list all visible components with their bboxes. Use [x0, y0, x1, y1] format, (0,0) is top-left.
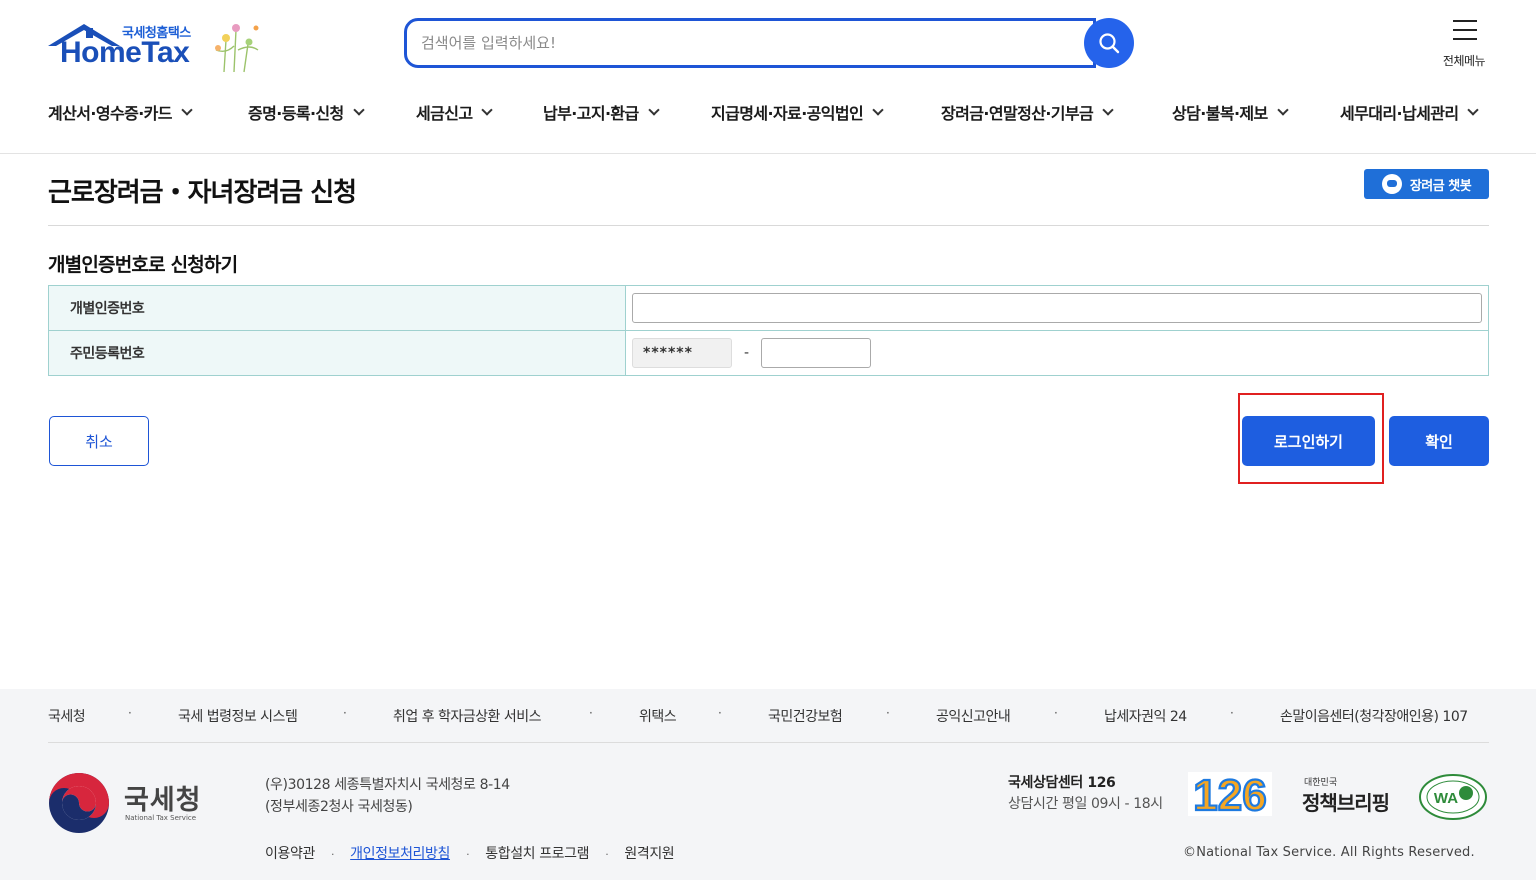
nav-item-invoice[interactable]: 계산서·영수증·카드: [48, 100, 193, 124]
chevron-down-icon: [648, 103, 660, 116]
footer-related-links: 국세청 · 국세 법령정보 시스템 · 취업 후 학자금상환 서비스 · 위택스…: [0, 706, 1536, 726]
nav-item-incentives[interactable]: 장려금·연말정산·기부금: [941, 100, 1114, 124]
footer-separator: ·: [466, 848, 470, 861]
hamburger-icon: [1453, 20, 1477, 47]
nav-item-certificate[interactable]: 증명·등록·신청: [248, 100, 365, 124]
footer-link-wetax[interactable]: 위택스: [639, 706, 677, 726]
nav-item-label: 지급명세·자료·공익법인: [711, 104, 864, 123]
auth-number-label: 개별인증번호: [48, 286, 626, 330]
rrn-back-input[interactable]: [761, 338, 872, 368]
terms-link[interactable]: 이용약관: [265, 846, 315, 862]
call-center-info: 국세상담센터 126 상담시간 평일 09시 - 18시: [1008, 773, 1163, 815]
logo-title: HomeTax: [60, 36, 190, 69]
nav-item-consulting[interactable]: 상담·불복·제보: [1172, 100, 1289, 124]
robot-icon: [1381, 174, 1402, 194]
auth-form-table: 개별인증번호 주민등록번호 ****** -: [48, 285, 1489, 376]
nav-item-label: 계산서·영수증·카드: [48, 104, 173, 123]
footer-link-whistleblow[interactable]: 공익신고안내: [936, 706, 1011, 726]
site-footer: 국세청 · 국세 법령정보 시스템 · 취업 후 학자금상환 서비스 · 위택스…: [0, 689, 1536, 880]
chevron-down-icon: [1467, 103, 1480, 116]
auth-number-input[interactable]: [632, 293, 1482, 323]
taegeuk-emblem-icon: [49, 773, 109, 833]
svg-text:WA: WA: [1434, 790, 1458, 807]
nav-item-tax-agent[interactable]: 세무대리·납세관리: [1340, 100, 1480, 124]
hometax-logo[interactable]: 국세청홈택스 HomeTax: [48, 18, 263, 74]
footer-link-law[interactable]: 국세 법령정보 시스템: [178, 706, 298, 726]
chatbot-button[interactable]: 장려금 챗봇: [1364, 169, 1489, 199]
chatbot-label: 장려금 챗봇: [1409, 178, 1472, 194]
chevron-down-icon: [872, 103, 884, 116]
footer-separator: ·: [128, 706, 132, 720]
chevron-down-icon: [1102, 103, 1114, 116]
agency-english-name: National Tax Service: [125, 814, 197, 822]
badge-126-text: 126: [1193, 772, 1266, 816]
call-center-hours: 상담시간 평일 09시 - 18시: [1008, 796, 1163, 812]
address-line-1: (우)30128 세종특별자치시 국세청로 8-14: [265, 777, 510, 793]
page-title: 근로장려금・자녀장려금 신청: [48, 178, 357, 208]
all-menu-label: 전체메뉴: [1442, 54, 1486, 68]
footer-separator: ·: [343, 706, 347, 720]
footer-separator: ·: [1230, 706, 1234, 720]
nav-item-tax-filing[interactable]: 세금신고: [416, 100, 494, 124]
footer-separator: ·: [1054, 706, 1058, 720]
policy-briefing-logo[interactable]: 대한민국 정책브리핑: [1302, 775, 1398, 815]
search-button[interactable]: [1084, 18, 1134, 68]
footer-separator: ·: [330, 848, 335, 861]
footer-link-health-insurance[interactable]: 국민건강보험: [768, 706, 843, 726]
section-title: 개별인증번호로 신청하기: [48, 254, 238, 276]
nav-item-label: 세금신고: [416, 104, 473, 123]
call-126-badge[interactable]: 126: [1188, 772, 1272, 816]
rrn-label: 주민등록번호: [48, 331, 626, 375]
search-box: [404, 18, 1096, 68]
nav-item-label: 장려금·연말정산·기부금: [941, 104, 1094, 123]
rrn-cell: ****** -: [626, 331, 1489, 375]
policy-main-text: 정책브리핑: [1302, 791, 1390, 815]
remote-support-link[interactable]: 원격지원: [624, 846, 674, 862]
main-navigation: 계산서·영수증·카드 증명·등록·신청 세금신고 납부·고지·환급 지급명세·자…: [0, 100, 1536, 126]
install-program-link[interactable]: 통합설치 프로그램: [485, 846, 589, 862]
nts-logo: 국세청 National Tax Service: [48, 772, 218, 834]
chevron-down-icon: [1277, 103, 1289, 116]
address-line-2: (정부세종2청사 국세청동): [265, 799, 413, 815]
site-header: 국세청홈택스 HomeTax 전체메뉴 계산서·영수증·카드 증명·등록·신청 …: [0, 0, 1536, 154]
form-row-rrn: 주민등록번호 ****** -: [48, 331, 1489, 376]
form-row-auth-number: 개별인증번호: [48, 286, 1489, 331]
auth-number-cell: [626, 286, 1489, 330]
chevron-down-icon: [481, 103, 494, 116]
all-menu-button[interactable]: 전체메뉴: [1434, 18, 1494, 70]
address: (우)30128 세종특별자치시 국세청로 8-14 (정부세종2청사 국세청동…: [265, 774, 510, 818]
title-divider: [48, 225, 1489, 226]
web-accessibility-mark-icon: WA: [1419, 774, 1487, 820]
flower-decoration-icon: [215, 24, 259, 73]
search-input[interactable]: [421, 21, 1061, 65]
rrn-dash: -: [744, 345, 750, 361]
footer-separator: ·: [718, 706, 722, 720]
footer-policy-links: 이용약관 · 개인정보처리방침 · 통합설치 프로그램 · 원격지원: [265, 843, 675, 863]
footer-link-student-loan[interactable]: 취업 후 학자금상환 서비스: [393, 706, 542, 726]
search-icon: [1099, 33, 1120, 54]
nav-item-label: 세무대리·납세관리: [1340, 104, 1459, 123]
footer-link-taxpayer-rights[interactable]: 납세자권익 24: [1104, 706, 1187, 726]
agency-name: 국세청: [124, 785, 202, 816]
privacy-policy-link[interactable]: 개인정보처리방침: [350, 846, 450, 862]
footer-separator: ·: [886, 706, 890, 720]
cancel-button[interactable]: 취소: [49, 416, 149, 466]
confirm-button[interactable]: 확인: [1389, 416, 1489, 466]
footer-separator: ·: [605, 848, 609, 861]
chevron-down-icon: [353, 103, 365, 116]
footer-divider: [48, 742, 1489, 743]
call-center-title: 국세상담센터 126: [1008, 775, 1116, 791]
footer-link-nts[interactable]: 국세청: [48, 706, 86, 726]
copyright: ©National Tax Service. All Rights Reserv…: [1183, 845, 1475, 860]
nav-item-statements[interactable]: 지급명세·자료·공익법인: [711, 100, 884, 124]
nav-item-payment[interactable]: 납부·고지·환급: [543, 100, 660, 124]
rrn-front-masked: ******: [632, 338, 732, 368]
nav-item-label: 상담·불복·제보: [1172, 104, 1268, 123]
nav-item-label: 증명·등록·신청: [248, 104, 344, 123]
chevron-down-icon: [181, 103, 193, 116]
nav-item-label: 납부·고지·환급: [543, 104, 639, 123]
footer-separator: ·: [589, 706, 593, 720]
footer-link-relay-center[interactable]: 손말이음센터(청각장애인용) 107: [1280, 706, 1468, 726]
login-button[interactable]: 로그인하기: [1242, 416, 1375, 466]
